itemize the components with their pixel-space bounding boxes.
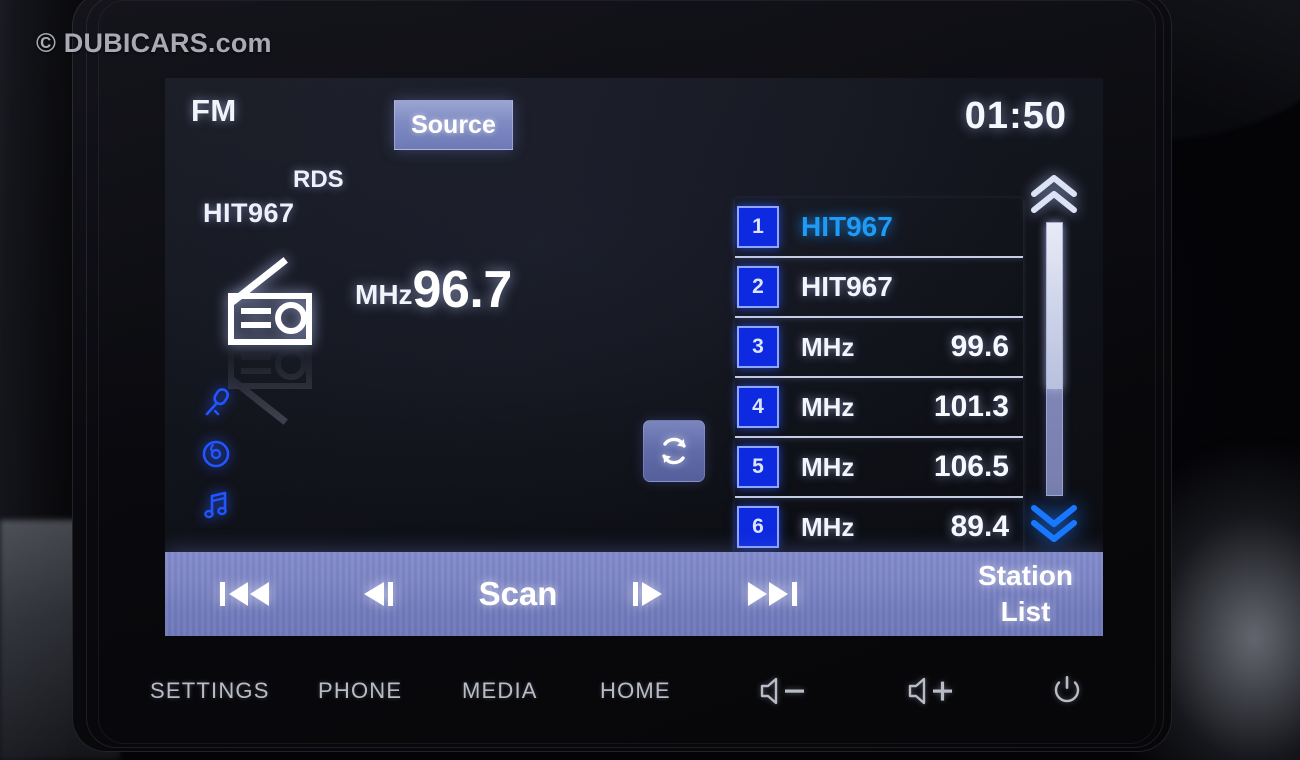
preset-number: 5	[737, 446, 779, 488]
current-station-name: HIT967	[203, 198, 295, 228]
screenshot-root: FM Source 01:50 RDS HIT967 MHz 96.7 1 HI…	[0, 0, 1300, 760]
infotainment-display: FM Source 01:50 RDS HIT967 MHz 96.7 1 HI…	[165, 78, 1103, 636]
preset-row[interactable]: 6 MHz 89.4	[735, 498, 1023, 558]
preset-number: 3	[737, 326, 779, 368]
disc-icon	[199, 437, 233, 471]
microphone-icon	[199, 386, 233, 420]
scan-button[interactable]: Scan	[443, 552, 593, 636]
preset-content: HIT967	[801, 271, 1023, 303]
frequency-display: MHz 96.7	[355, 261, 513, 319]
clock: 01:50	[964, 95, 1067, 137]
preset-row[interactable]: 5 MHz 106.5	[735, 438, 1023, 498]
preset-number: 1	[737, 206, 779, 248]
preset-unit: MHz	[801, 452, 855, 482]
phone-button[interactable]: PHONE	[318, 678, 402, 704]
tune-down-button[interactable]	[343, 552, 413, 636]
preset-unit: MHz	[801, 332, 855, 362]
preset-station-label: HIT967	[801, 271, 893, 302]
preset-row[interactable]: 1 HIT967	[735, 198, 1023, 258]
preset-content: MHz 89.4	[801, 510, 1023, 544]
power-button[interactable]	[1050, 674, 1084, 708]
scroll-down-icon[interactable]	[1028, 502, 1080, 544]
preset-station-label: HIT967	[801, 211, 893, 242]
scrollbar-thumb[interactable]	[1046, 223, 1062, 389]
preset-unit: MHz	[801, 392, 855, 422]
frequency-value: 96.7	[412, 261, 513, 319]
preset-row[interactable]: 3 MHz 99.6	[735, 318, 1023, 378]
radio-icon	[213, 256, 323, 356]
preset-station-list[interactable]: 1 HIT967 2 HIT967 3 MHz 99.6 4 MHz 101.3…	[735, 198, 1023, 558]
band-label: FM	[191, 93, 237, 128]
tune-down-icon	[364, 582, 393, 606]
skip-back-icon	[220, 582, 269, 606]
power-icon	[1054, 676, 1080, 703]
volume-up-button[interactable]	[906, 675, 962, 707]
settings-button-label: SETTINGS	[150, 678, 270, 703]
volume-down-button[interactable]	[758, 675, 814, 707]
preset-row[interactable]: 4 MHz 101.3	[735, 378, 1023, 438]
media-button-label: MEDIA	[462, 678, 538, 703]
scan-label: Scan	[478, 575, 558, 612]
preset-number: 6	[737, 506, 779, 548]
next-station-button[interactable]	[733, 552, 813, 636]
media-button[interactable]: MEDIA	[462, 678, 538, 704]
tune-up-icon	[633, 582, 662, 606]
watermark: © DUBICARS.com	[36, 28, 272, 58]
transport-bar: Scan Station List	[165, 552, 1103, 636]
previous-station-button[interactable]	[205, 552, 285, 636]
home-button[interactable]: HOME	[600, 678, 671, 704]
volume-down-icon	[760, 677, 804, 705]
preset-row[interactable]: 2 HIT967	[735, 258, 1023, 318]
phone-button-label: PHONE	[318, 678, 403, 703]
preset-frequency: 101.3	[933, 390, 1009, 423]
preset-content: MHz 99.6	[801, 330, 1023, 364]
refresh-icon	[662, 437, 686, 465]
hardware-button-row: SETTINGS PHONE MEDIA HOME	[150, 668, 1100, 714]
home-button-label: HOME	[600, 678, 671, 703]
preset-content: HIT967	[801, 211, 1023, 243]
preset-content: MHz 106.5	[801, 450, 1023, 484]
source-button[interactable]: Source	[394, 100, 513, 150]
settings-button[interactable]: SETTINGS	[150, 678, 270, 704]
preset-number: 2	[737, 266, 779, 308]
preset-number: 4	[737, 386, 779, 428]
volume-up-icon	[908, 677, 952, 705]
station-list-line1: Station	[978, 560, 1073, 592]
preset-frequency: 89.4	[950, 510, 1009, 543]
tune-up-button[interactable]	[613, 552, 683, 636]
preset-unit: MHz	[801, 512, 855, 542]
music-note-icon	[199, 488, 233, 522]
preset-content: MHz 101.3	[801, 390, 1023, 424]
preset-frequency: 99.6	[950, 330, 1009, 363]
frequency-unit: MHz	[355, 278, 413, 310]
preset-frequency: 106.5	[933, 450, 1009, 483]
station-list-line2: List	[1000, 596, 1051, 627]
station-list-button[interactable]: Station List	[948, 552, 1103, 636]
rds-indicator: RDS	[293, 166, 344, 193]
list-scrollbar[interactable]	[1023, 174, 1085, 544]
scroll-up-icon[interactable]	[1028, 174, 1080, 216]
skip-forward-icon	[748, 582, 797, 606]
source-button-label: Source	[411, 110, 496, 139]
source-indicator-icons	[199, 386, 233, 522]
refresh-button[interactable]	[643, 420, 705, 482]
scrollbar-track[interactable]	[1045, 222, 1063, 496]
